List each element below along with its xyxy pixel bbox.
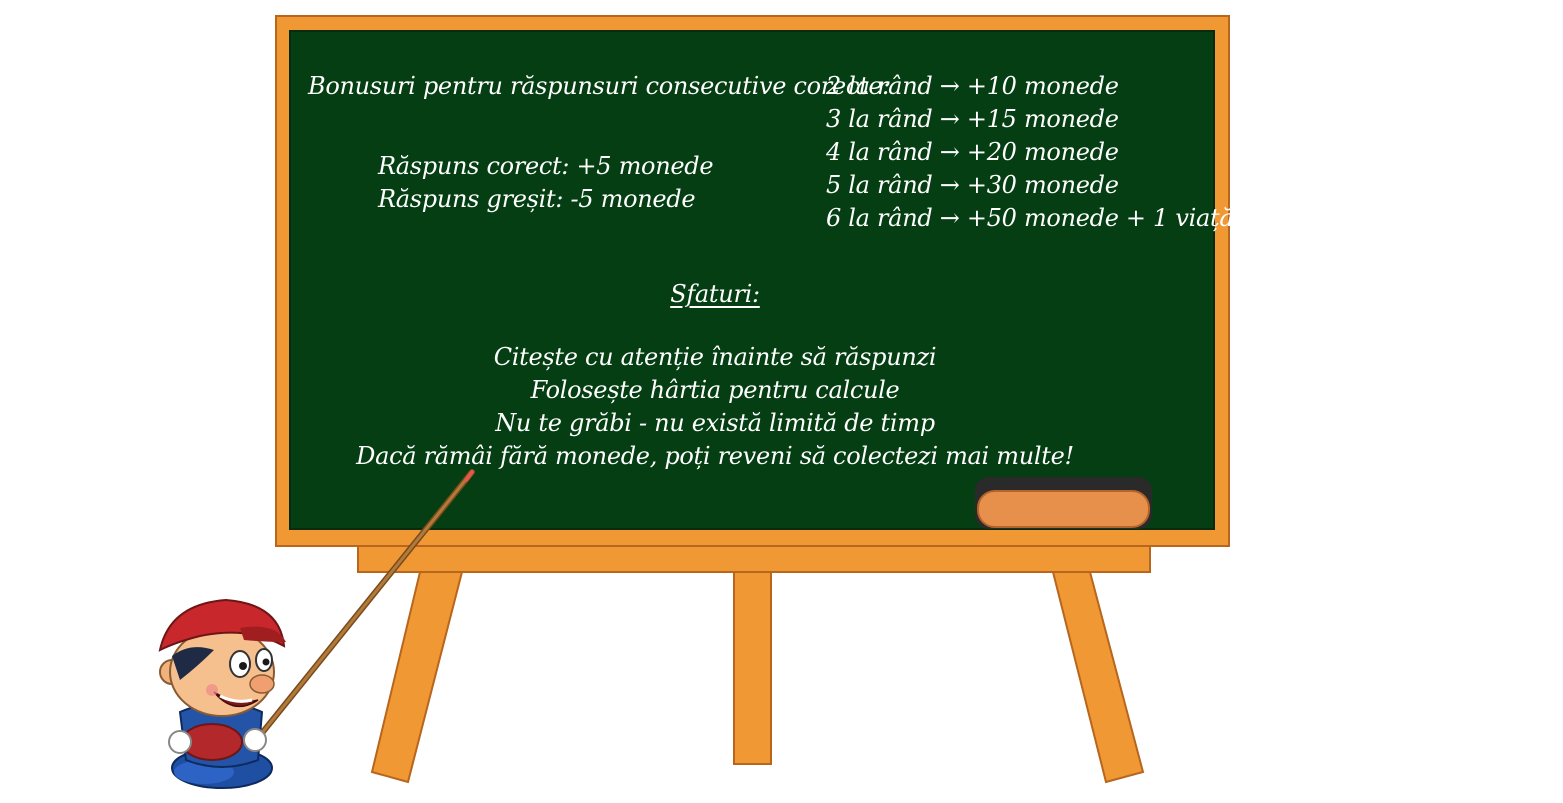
tips-title: Sfaturi: xyxy=(670,280,760,308)
easel-legs xyxy=(370,571,1145,784)
bonus-item: 2 la rând → +10 monede xyxy=(826,72,1119,100)
bonus-item: 4 la rând → +20 monede xyxy=(826,138,1119,166)
wrong-answer-rule: Răspuns greșit: -5 monede xyxy=(378,185,696,213)
bonus-list: 2 la rând → +10 monede 3 la rând → +15 m… xyxy=(826,70,1243,235)
tip-item: Nu te grăbi - nu există limită de timp xyxy=(495,409,935,437)
bonus-title: Bonusuri pentru răspunsuri consecutive c… xyxy=(308,72,891,100)
bonus-item: 6 la rând → +50 monede + 1 viață! xyxy=(826,204,1243,232)
tip-item: Folosește hârtia pentru calcule xyxy=(530,376,900,404)
bonus-item: 5 la rând → +30 monede xyxy=(826,171,1119,199)
character-icon xyxy=(158,598,286,789)
chalk-tray xyxy=(357,545,1151,573)
eraser xyxy=(977,490,1150,528)
bonus-item: 3 la rând → +15 monede xyxy=(826,105,1119,133)
easel-leg-right xyxy=(1051,571,1145,784)
tip-item: Dacă rămâi fără monede, poți reveni să c… xyxy=(356,442,1074,470)
easel-leg-middle xyxy=(733,571,772,765)
scoring-rules: Răspuns corect: +5 monede Răspuns greșit… xyxy=(378,150,714,216)
tips-list: Citește cu atenție înainte să răspunzi F… xyxy=(0,341,1430,473)
correct-answer-rule: Răspuns corect: +5 monede xyxy=(378,152,714,180)
tip-item: Citește cu atenție înainte să răspunzi xyxy=(493,343,937,371)
easel-leg-left xyxy=(370,571,464,784)
